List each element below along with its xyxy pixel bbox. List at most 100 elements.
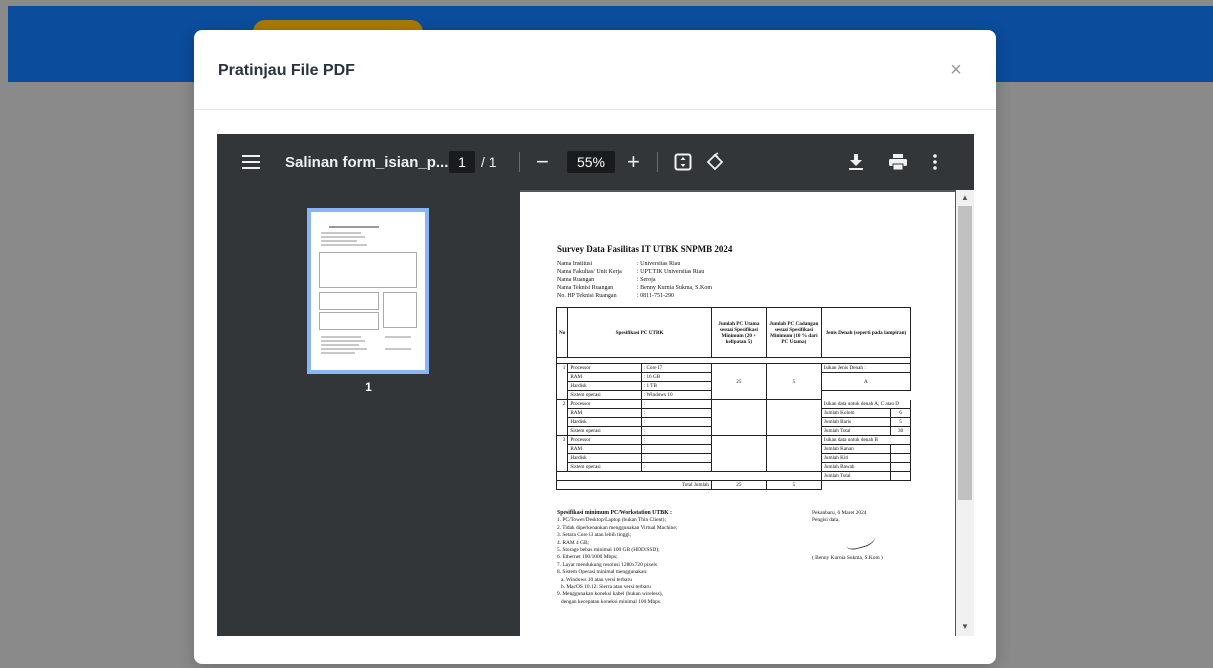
- spec-item: RAM: [567, 372, 642, 382]
- spec-value: :: [640, 462, 712, 472]
- pdf-viewer: Salinan form_isian_p... 1 / 1 − 55% + 1 …: [217, 134, 974, 636]
- page-number-input[interactable]: 1: [449, 151, 475, 173]
- menu-icon[interactable]: [239, 134, 263, 190]
- info-value: : Universitas Riau: [637, 261, 681, 267]
- pdf-toolbar: Salinan form_isian_p... 1 / 1 − 55% +: [217, 134, 974, 190]
- spec-item: Hardisk: [567, 417, 642, 427]
- denah-key: Jumlah Kanan: [820, 444, 892, 454]
- info-label: Nama Teknisi Ruangan: [557, 285, 614, 291]
- fit-page-icon[interactable]: [674, 134, 692, 190]
- note-line: 1. PC/Tower/Desktop/Laptop (bukan Thin C…: [557, 517, 666, 524]
- note-line: 2. Tidak diperkenankan menggunakan Virtu…: [557, 524, 678, 531]
- scroll-up-icon[interactable]: ▲: [960, 193, 970, 203]
- note-line: dengan kecepatan koneksi minimal 100 Mbp…: [561, 598, 662, 605]
- page-total: / 1: [481, 154, 497, 170]
- file-name: Salinan form_isian_p...: [285, 153, 449, 171]
- rotate-icon[interactable]: [705, 134, 725, 190]
- total-label: Total Jumlah: [556, 480, 712, 490]
- spec-value: :: [640, 426, 712, 436]
- download-icon[interactable]: [849, 134, 863, 190]
- denah-val: 6: [890, 408, 911, 418]
- scrollbar[interactable]: ▲ ▼: [956, 190, 974, 636]
- denah-b-label: Isikan data untuk denah B: [820, 435, 912, 445]
- sign-place-date: Pekanbaru, 6 Maret 2024: [812, 510, 867, 516]
- spec-value: :: [640, 417, 712, 427]
- denah-key: Jumlah Total: [820, 471, 892, 481]
- row-no: 3: [555, 435, 569, 472]
- col-cadangan: Jumlah PC Cadangan sesuai Spesifikasi Mi…: [765, 307, 822, 358]
- info-value: : Benny Kurnia Sukma, S.Kom: [637, 285, 712, 291]
- utama-value: 25: [710, 363, 767, 400]
- document-area[interactable]: Survey Data Fasilitas IT UTBK SNPMB 2024…: [520, 190, 974, 636]
- info-label: Nama Fakultas/ Unit Kerja: [557, 269, 622, 275]
- pdf-preview-modal: Pratinjau File PDF × Salinan form_isian_…: [194, 30, 996, 664]
- spec-item: Hardisk: [567, 381, 642, 391]
- spec-value: :: [640, 444, 712, 454]
- table-row: 2 Processor : Isikan data untuk denah A,…: [555, 399, 912, 436]
- scroll-down-icon[interactable]: ▼: [960, 622, 970, 632]
- utama-value: [710, 435, 767, 472]
- thumbnail-sidebar: 1: [217, 190, 520, 636]
- spec-value: :: [640, 399, 712, 409]
- info-label: No. HP Teknisi Ruangan: [557, 293, 617, 299]
- utama-value: [710, 399, 767, 436]
- spec-item: Sistem operasi: [567, 426, 642, 436]
- total-row: Total Jumlah 25 5: [556, 480, 911, 490]
- more-icon[interactable]: [933, 134, 937, 190]
- denah-val: [890, 462, 911, 472]
- cadangan-value: 5: [765, 363, 822, 400]
- print-icon[interactable]: [889, 134, 907, 190]
- min-spec-notes: Spesifikasi minimum PC/Workstation UTBK …: [557, 510, 677, 606]
- zoom-out-button[interactable]: −: [536, 134, 549, 190]
- spec-item: Processor: [567, 399, 642, 409]
- denah-ac-label: Isikan data untuk denah A, C atau D: [820, 399, 912, 409]
- spec-value: :: [640, 453, 712, 463]
- spec-value: : Windows 10: [640, 390, 712, 400]
- toolbar-divider: [519, 152, 520, 172]
- info-label: Nama Ruangan: [557, 277, 595, 283]
- col-utama: Jumlah PC Utama sesuai Spesifikasi Minim…: [710, 307, 767, 358]
- table-row: 3 Processor : Isikan data untuk denah B: [555, 435, 912, 472]
- note-line: 7. Layar mendukung resolusi 1280x720 pix…: [557, 561, 658, 568]
- denah-key: Jumlah Bawah: [820, 462, 892, 472]
- total-cadangan: 5: [765, 480, 822, 490]
- denah-value: A: [820, 372, 912, 391]
- note-line: 4. RAM 4 GB;: [557, 539, 590, 546]
- denah-val: [890, 453, 911, 463]
- spec-item: Sistem operasi: [567, 462, 642, 472]
- denah-val: 30: [890, 426, 911, 436]
- facility-table: No Spesifikasi PC UTBK Jumlah PC Utama s…: [555, 307, 912, 490]
- pdf-page: Survey Data Fasilitas IT UTBK SNPMB 2024…: [520, 192, 955, 636]
- table-row: 1 Processor : Core I7 25 5 Isikan Jenis …: [555, 363, 912, 400]
- info-value: : 0811-751-290: [637, 293, 674, 299]
- scrollbar-thumb[interactable]: [958, 206, 972, 500]
- note-line: 6. Ethernet 100/1000 Mbps;: [557, 554, 618, 561]
- note-line: 3. Setara Core i3 atau lebih tinggi;: [557, 532, 632, 539]
- info-label: Nama Institusi: [557, 261, 593, 267]
- total-utama: 25: [710, 480, 767, 490]
- info-value: : Seroja: [637, 277, 656, 283]
- row-no: 2: [555, 399, 569, 436]
- spec-item: Hardisk: [567, 453, 642, 463]
- zoom-in-button[interactable]: +: [627, 134, 640, 190]
- spec-value: : 16 GB: [640, 372, 712, 382]
- denah-key: Jumlah Kiri: [820, 453, 892, 463]
- denah-val: 5: [890, 417, 911, 427]
- page-thumbnail[interactable]: [307, 208, 429, 374]
- col-spec: Spesifikasi PC UTBK: [567, 307, 712, 358]
- thumbnail-page-number: 1: [365, 380, 372, 394]
- zoom-input[interactable]: 55%: [567, 151, 615, 173]
- modal-header: Pratinjau File PDF ×: [194, 30, 996, 110]
- spec-item: Sistem operasi: [567, 390, 642, 400]
- info-value: : UPT.TIK Universitas Riau: [637, 269, 705, 275]
- cadangan-value: [765, 399, 822, 436]
- close-icon[interactable]: ×: [946, 60, 966, 80]
- notes-title: Spesifikasi minimum PC/Workstation UTBK …: [557, 510, 672, 516]
- spec-value: : 1 TB: [640, 381, 712, 391]
- spec-item: Processor: [567, 435, 642, 445]
- denah-val: [890, 471, 911, 481]
- note-line: 8. Sistem Operasi minimal menggunakan:: [557, 569, 648, 576]
- note-line: a. Windows 10 atau versi terbaru: [561, 576, 632, 583]
- cadangan-value: [765, 435, 822, 472]
- spec-item: Processor: [567, 363, 642, 373]
